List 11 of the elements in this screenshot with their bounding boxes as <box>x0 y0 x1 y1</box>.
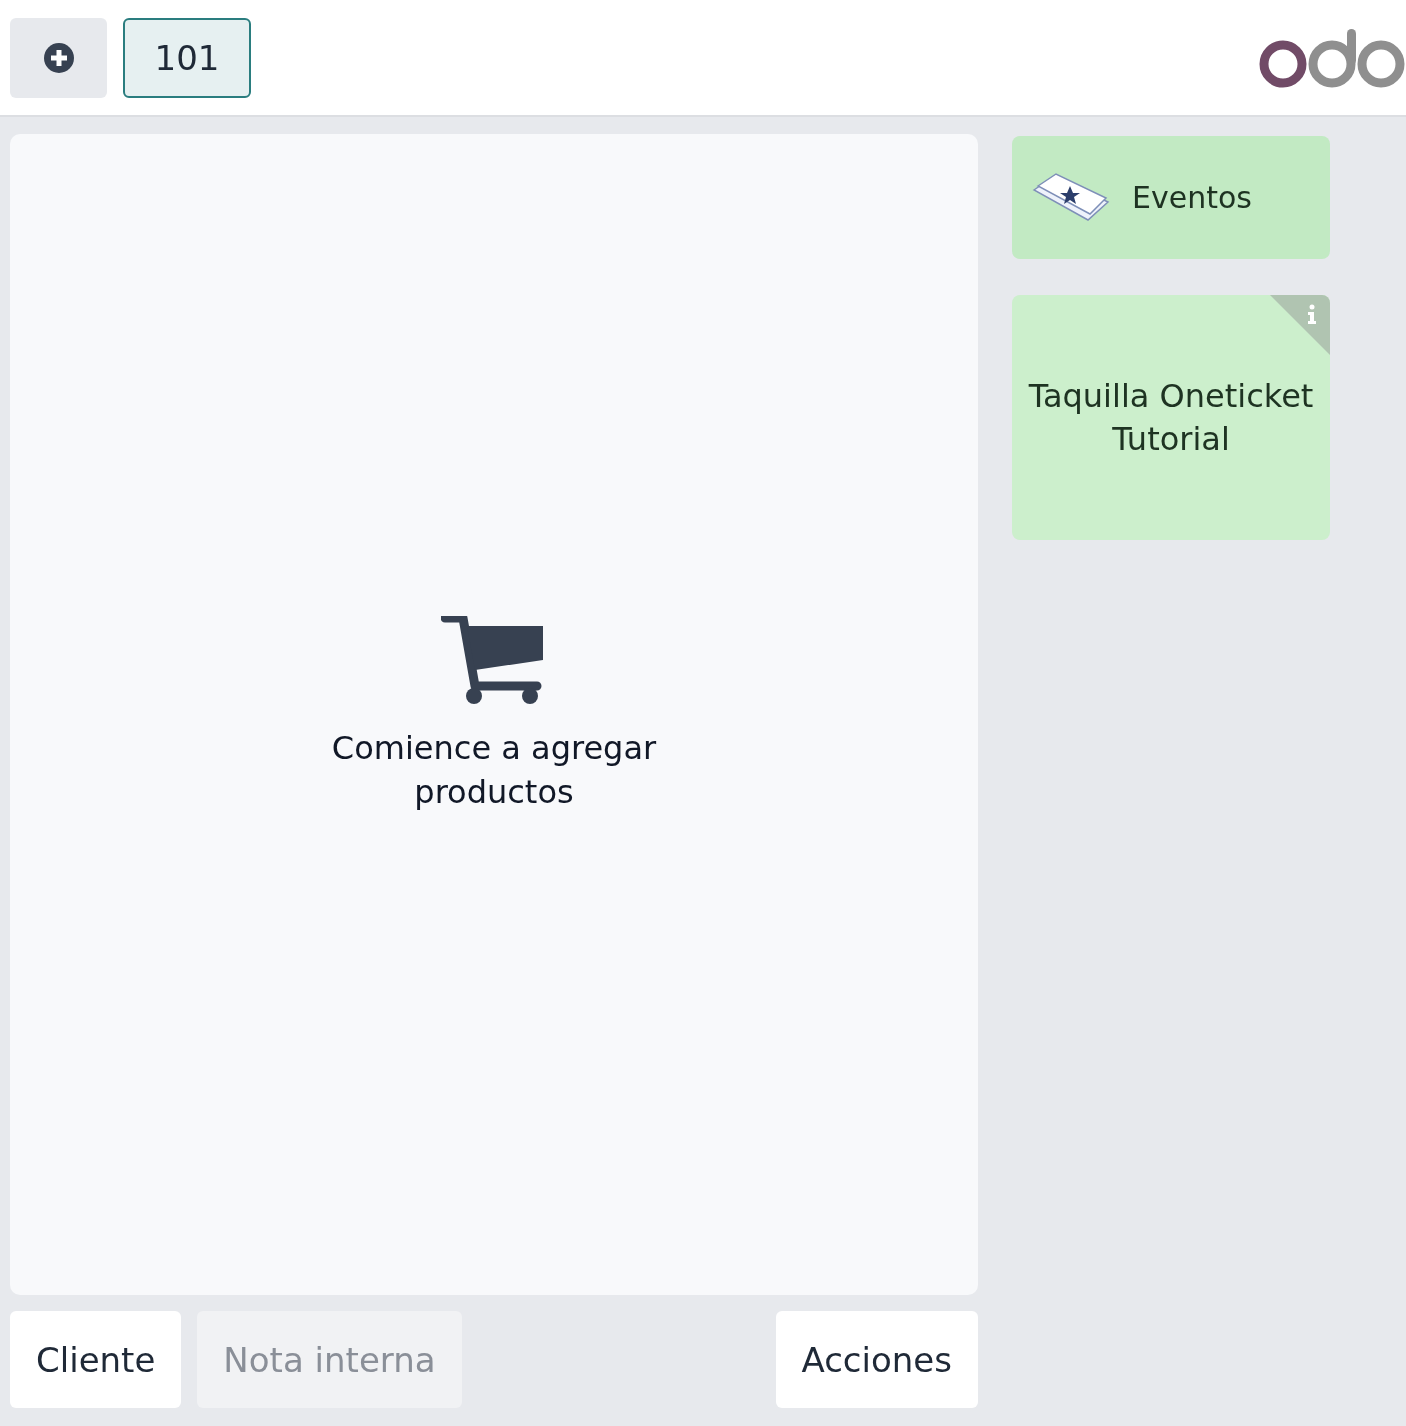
category-label: Eventos <box>1132 180 1252 215</box>
ticket-icon <box>1032 171 1110 224</box>
product-card[interactable]: Taquilla Oneticket Tutorial <box>1012 295 1330 540</box>
product-name: Taquilla Oneticket Tutorial <box>1027 375 1315 460</box>
empty-cart-message: Comience a agregar productos <box>330 727 658 813</box>
plus-icon <box>43 42 74 73</box>
action-button[interactable]: Cliente <box>10 1311 182 1408</box>
category-button[interactable]: Eventos <box>1012 136 1330 259</box>
order-tab[interactable]: 101 <box>123 17 251 98</box>
new-order-button[interactable] <box>10 17 107 98</box>
action-button[interactable]: Acciones <box>775 1311 978 1408</box>
